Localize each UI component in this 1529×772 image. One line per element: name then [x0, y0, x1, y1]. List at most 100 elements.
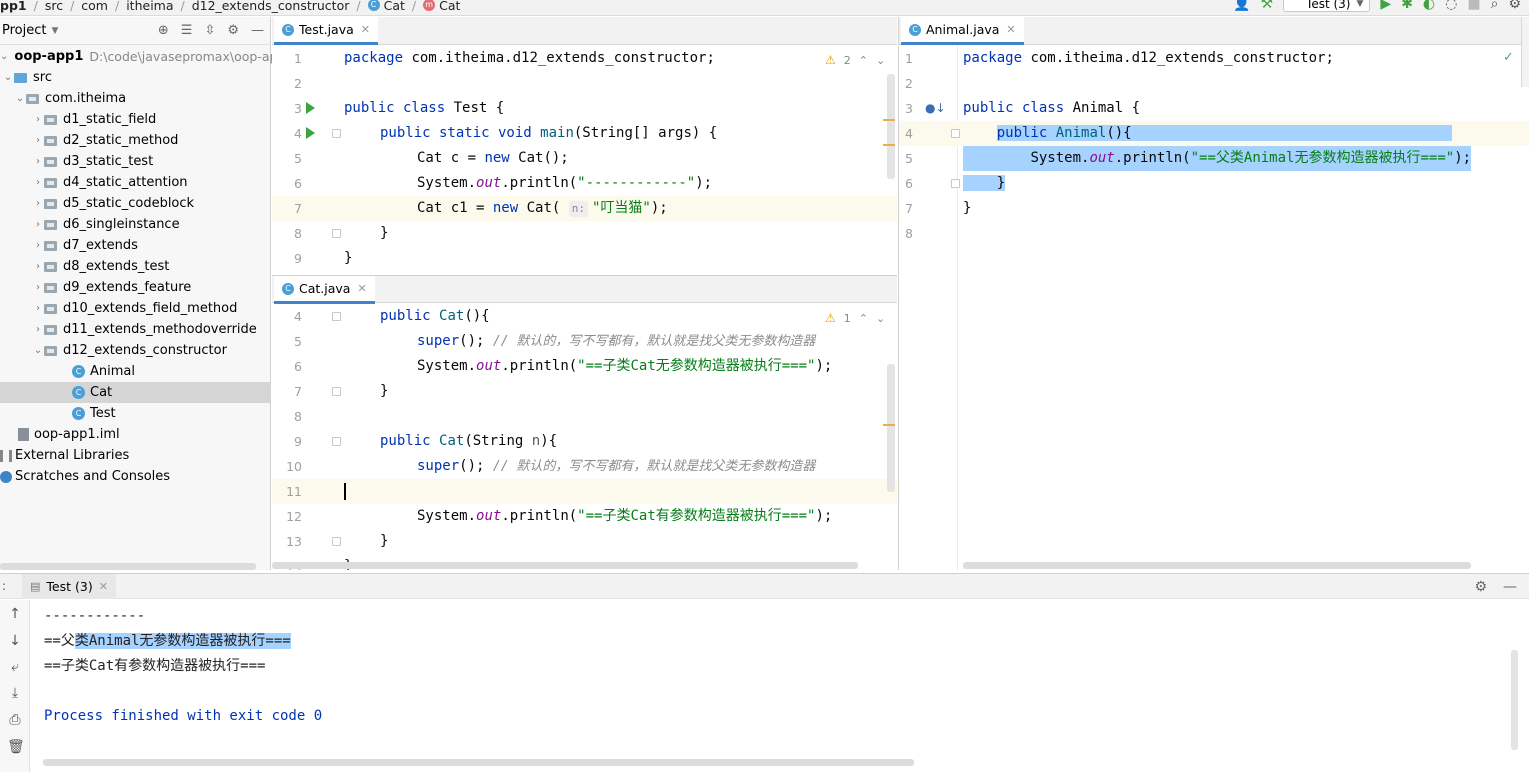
horizontal-scrollbar[interactable] — [963, 562, 1471, 569]
breadcrumb-class[interactable]: Cat — [384, 0, 405, 13]
gear-icon[interactable]: ⚙ — [227, 23, 239, 38]
scroll-to-end-icon[interactable]: ⤓ — [7, 685, 23, 701]
vertical-scrollbar[interactable] — [887, 74, 895, 179]
fold-icon[interactable] — [951, 129, 960, 138]
debug-icon[interactable]: ✱ — [1401, 0, 1413, 12]
tab-test-java[interactable]: C Test.java ✕ — [274, 17, 378, 45]
tree-item-d2[interactable]: › d2_static_method — [0, 130, 271, 151]
trash-icon[interactable]: 🗑 — [7, 739, 25, 755]
stop-icon[interactable]: ■ — [1467, 0, 1480, 12]
tree-item-root[interactable]: ⌄ oop-app1 D:\code\javasepromax\oop-app1 — [0, 46, 293, 67]
tree-item-d3[interactable]: › d3_static_test — [0, 151, 271, 172]
tree-item-iml[interactable]: oop-app1.iml — [0, 424, 271, 445]
breadcrumb-itheima[interactable]: itheima — [126, 0, 173, 13]
test-editor[interactable]: ⚠ 2 ⌃ ⌄ 1 package com.itheima.d12_extends_c… — [272, 46, 897, 273]
fold-icon[interactable] — [332, 537, 341, 546]
collapse-all-icon[interactable]: ⇳ — [204, 23, 215, 38]
close-icon[interactable]: ✕ — [357, 282, 366, 295]
tab-cat-java[interactable]: C Cat.java ✕ — [274, 276, 375, 304]
chevron-right-icon[interactable]: › — [32, 114, 44, 125]
project-title[interactable]: Project — [2, 23, 46, 38]
fold-icon[interactable] — [951, 179, 960, 188]
run-gutter-icon[interactable] — [306, 127, 315, 139]
soft-wrap-icon[interactable]: ⤶ — [7, 659, 23, 675]
right-tool-strip[interactable] — [1521, 17, 1529, 87]
breadcrumb-package[interactable]: d12_extends_constructor — [192, 0, 350, 13]
hide-icon[interactable]: — — [1503, 579, 1517, 595]
run-icon[interactable]: ▶ — [1380, 0, 1391, 12]
warning-marker[interactable] — [883, 119, 895, 121]
tree-item-d6[interactable]: › d6_singleinstance — [0, 214, 271, 235]
build-hammer-icon[interactable]: ⚒ — [1260, 0, 1273, 12]
fold-icon[interactable] — [332, 437, 341, 446]
chevron-right-icon[interactable]: › — [32, 324, 44, 335]
tree-item-animal[interactable]: C Animal — [0, 361, 271, 382]
warning-marker[interactable] — [883, 424, 895, 426]
console-horizontal-scrollbar[interactable] — [43, 759, 914, 766]
cat-editor[interactable]: ⚠ 1 ⌃ ⌄ 4 public Cat(){ 5 super(); // 默认的，写不… — [272, 304, 897, 570]
hide-icon[interactable]: — — [251, 23, 264, 38]
project-horizontal-scrollbar[interactable] — [0, 563, 256, 570]
breadcrumb-method[interactable]: Cat — [439, 0, 460, 13]
tab-animal-java[interactable]: C Animal.java ✕ — [901, 17, 1024, 45]
run-tab[interactable]: ▤ Test (3) ✕ — [22, 574, 116, 599]
print-icon[interactable]: ⎙ — [7, 712, 23, 728]
close-icon[interactable]: ✕ — [1006, 23, 1015, 36]
breadcrumb-src[interactable]: src — [45, 0, 63, 13]
fold-icon[interactable] — [332, 387, 341, 396]
fold-icon[interactable] — [332, 229, 341, 238]
chevron-down-icon[interactable]: ⌄ — [0, 51, 8, 62]
tree-item-d9[interactable]: › d9_extends_feature — [0, 277, 271, 298]
chevron-down-icon[interactable]: ⌄ — [14, 93, 26, 104]
tree-item-scratches[interactable]: Scratches and Consoles — [0, 466, 271, 487]
fold-icon[interactable] — [332, 312, 341, 321]
tree-item-d5[interactable]: › d5_static_codeblock — [0, 193, 271, 214]
chevron-down-icon[interactable]: ▼ — [51, 26, 58, 36]
chevron-right-icon[interactable]: › — [32, 261, 44, 272]
tree-item-test[interactable]: C Test — [0, 403, 271, 424]
breadcrumb-com[interactable]: com — [81, 0, 108, 13]
tree-item-package[interactable]: ⌄ com.itheima — [0, 88, 271, 109]
locate-icon[interactable]: ⊕ — [158, 23, 169, 38]
tree-item-d1[interactable]: › d1_static_field — [0, 109, 271, 130]
chevron-right-icon[interactable]: › — [32, 156, 44, 167]
implemented-icon[interactable]: ●↓ — [925, 96, 946, 121]
warning-marker[interactable] — [883, 144, 895, 146]
chevron-down-icon[interactable]: ⌄ — [2, 72, 14, 83]
chevron-down-icon[interactable]: ⌄ — [32, 345, 44, 356]
gear-icon[interactable]: ⚙ — [1474, 579, 1487, 595]
tree-item-d12[interactable]: ⌄ d12_extends_constructor — [0, 340, 271, 361]
breadcrumb-project[interactable]: pp1 — [0, 0, 27, 13]
close-icon[interactable]: ✕ — [361, 23, 370, 36]
tree-item-external-libraries[interactable]: External Libraries — [0, 445, 271, 466]
animal-editor[interactable]: ✓ 1 package com.itheima.d12_extends_const… — [898, 46, 1529, 570]
expand-all-icon[interactable]: ☰ — [181, 23, 193, 38]
chevron-right-icon[interactable]: › — [32, 177, 44, 188]
run-configuration-dropdown[interactable]: Test (3) ▼ — [1283, 0, 1371, 12]
coverage-icon[interactable]: ◐ — [1423, 0, 1435, 12]
arrow-up-icon[interactable]: ↑ — [7, 606, 23, 622]
chevron-right-icon[interactable]: › — [32, 282, 44, 293]
tree-item-d10[interactable]: › d10_extends_field_method — [0, 298, 271, 319]
settings-gear-icon[interactable]: ⚙ — [1508, 0, 1521, 12]
console-vertical-scrollbar[interactable] — [1511, 650, 1518, 750]
chevron-right-icon[interactable]: › — [32, 135, 44, 146]
chevron-right-icon[interactable]: › — [32, 240, 44, 251]
search-icon[interactable]: ⌕ — [1491, 0, 1499, 12]
tree-item-d7[interactable]: › d7_extends — [0, 235, 271, 256]
close-icon[interactable]: ✕ — [99, 580, 108, 593]
console-output[interactable]: ------------ ==父类Animal无参数构造器被执行=== ==子类… — [31, 600, 1529, 772]
user-icon[interactable]: 👤 — [1233, 0, 1250, 12]
tree-item-d8[interactable]: › d8_extends_test — [0, 256, 271, 277]
chevron-right-icon[interactable]: › — [32, 303, 44, 314]
chevron-right-icon[interactable]: › — [32, 219, 44, 230]
tree-item-d4[interactable]: › d4_static_attention — [0, 172, 271, 193]
chevron-right-icon[interactable]: › — [32, 198, 44, 209]
horizontal-scrollbar[interactable] — [272, 562, 858, 569]
arrow-down-icon[interactable]: ↓ — [7, 633, 23, 649]
tree-item-src[interactable]: ⌄ src — [0, 67, 271, 88]
tree-item-d11[interactable]: › d11_extends_methodoverride — [0, 319, 271, 340]
run-gutter-icon[interactable] — [306, 102, 315, 114]
fold-icon[interactable] — [332, 129, 341, 138]
vertical-scrollbar[interactable] — [887, 364, 895, 492]
